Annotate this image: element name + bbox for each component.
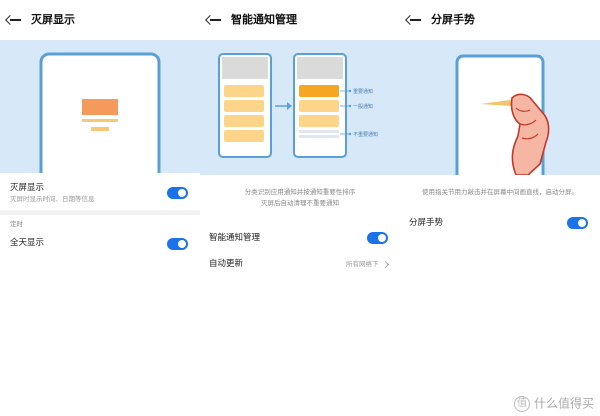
- row-allday-title: 全天显示: [10, 238, 45, 248]
- back-arrow-icon[interactable]: [210, 19, 221, 21]
- row-auto-update-title[interactable]: 自动更新: [209, 259, 243, 270]
- panel-notifications: 智能通知管理 重要通知 一般通知 不重要通知 分类识别应用通知并按通知重要性排序…: [200, 0, 400, 416]
- chevron-right-icon: [381, 260, 390, 269]
- aod-toggle[interactable]: [167, 187, 188, 199]
- back-arrow-icon[interactable]: [410, 19, 421, 21]
- label-important: 重要通知: [353, 88, 373, 95]
- page-title: 智能通知管理: [231, 13, 297, 26]
- back-arrow-icon[interactable]: [10, 19, 21, 21]
- allday-toggle[interactable]: [167, 238, 188, 250]
- auto-update-value: 所有网络下: [346, 260, 379, 268]
- split-gesture-toggle[interactable]: [567, 217, 588, 229]
- row-split-gesture-title: 分屏手势: [409, 218, 444, 228]
- aod-illustration: [0, 40, 200, 173]
- panel-aod: 灭屏显示 灭屏显示 灭屏时显示时间、日期等信息 定时 全天显示: [0, 0, 200, 416]
- header: 分屏手势: [400, 0, 600, 40]
- phone-illustration: [39, 52, 161, 173]
- label-unimportant: 不重要通知: [353, 131, 378, 138]
- header: 智能通知管理: [200, 0, 400, 40]
- row-aod-subtitle: 灭屏时显示时间、日期等信息: [10, 195, 95, 203]
- row-smart-notif-title: 智能通知管理: [209, 233, 261, 243]
- watermark-text: 什么值得买: [533, 396, 594, 411]
- watermark-logo-icon: 值: [513, 396, 530, 412]
- watermark: 值什么值得买: [513, 396, 594, 412]
- notification-illustration: 重要通知 一般通知 不重要通知: [200, 40, 400, 175]
- smart-notif-toggle[interactable]: [367, 232, 388, 244]
- section-divider: [0, 210, 200, 215]
- description-line-2: 灭屏后自动清理不重要通知: [261, 199, 339, 207]
- page-title: 分屏手势: [431, 13, 475, 26]
- description: 使用指关节用力敲击并在屏幕中间画直线，启动分屏。: [422, 188, 578, 196]
- section-label-timer: 定时: [10, 220, 23, 228]
- panel-split-screen: 分屏手势 使用指关节用力敲击并在屏幕中间画直线，启动分屏。 分屏手势: [400, 0, 600, 416]
- hand-gesture-illustration: [455, 54, 550, 175]
- label-normal: 一般通知: [353, 103, 373, 110]
- gesture-illustration: [400, 40, 600, 175]
- page-title: 灭屏显示: [31, 13, 75, 26]
- description-line-1: 分类识别应用通知并按通知重要性排序: [244, 188, 356, 196]
- phones-illustration: 重要通知 一般通知 不重要通知: [218, 53, 378, 158]
- row-aod-title: 灭屏显示: [10, 183, 45, 193]
- header: 灭屏显示: [0, 0, 200, 40]
